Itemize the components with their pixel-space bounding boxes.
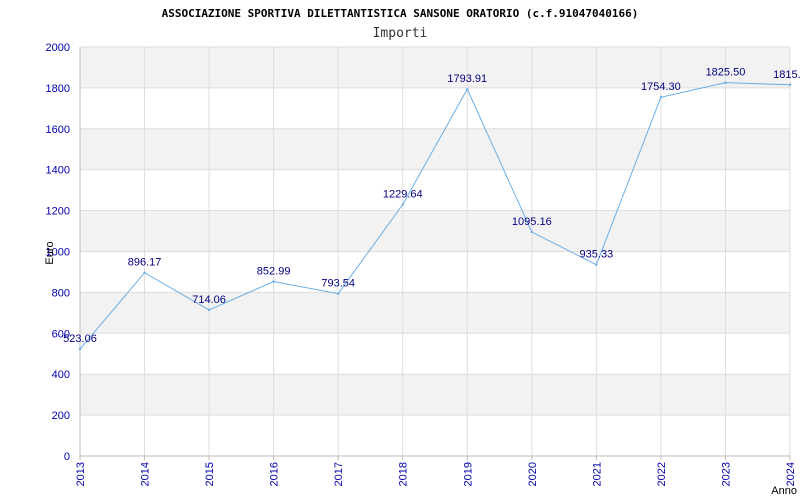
data-label: 935.33 [580,249,614,261]
x-tick-label: 2023 [720,462,732,486]
data-label: 1825.50 [706,67,746,79]
x-tick-label: 2022 [656,462,668,486]
y-tick-label: 200 [52,410,70,422]
x-tick-label: 2018 [398,462,410,486]
plot-band [80,47,790,88]
data-point [724,81,727,84]
data-point [401,203,404,206]
data-point [530,230,534,234]
x-tick-label: 2017 [333,462,345,486]
plot-band [80,251,790,293]
plot-band [80,374,790,416]
y-tick-label: 1800 [46,83,70,95]
x-tick-label: 2020 [527,462,539,486]
line-chart: ASSOCIAZIONE SPORTIVA DILETTANTISTICA SA… [44,7,800,497]
data-point [595,263,598,266]
data-label: 1095.16 [512,216,552,228]
data-point [788,83,792,87]
data-point [207,308,211,312]
data-point [466,87,469,91]
y-tick-label: 2000 [46,42,70,54]
y-tick-label: 1600 [46,124,70,136]
x-axis-ticks: 2013 2014 2015 2016 2017 2018 2019 2020 2021 2022… [75,456,797,486]
x-tick-label: 2024 [785,462,797,486]
x-axis-label: Anno [771,485,797,497]
x-tick-label: 2015 [204,462,216,486]
x-tick-label: 2016 [269,462,281,486]
x-tick-label: 2013 [75,462,87,486]
y-tick-label: 1200 [46,206,70,218]
data-label: 1754.30 [641,81,681,93]
data-point [336,292,340,295]
chart-title: ASSOCIAZIONE SPORTIVA DILETTANTISTICA SA… [162,7,639,20]
data-label: 714.06 [192,294,226,306]
y-tick-label: 1400 [46,165,70,177]
chart-subtitle: Importi [373,26,428,41]
data-label: 1815.1 [773,69,800,81]
y-axis-label: Euro [44,241,56,264]
data-label: 1793.91 [447,73,487,85]
x-tick-label: 2014 [140,462,152,486]
plot-band [80,333,790,375]
plot-band [80,169,790,211]
plot-band [80,415,790,456]
plot-band [80,210,790,252]
data-label: 793.54 [321,278,355,290]
y-tick-label: 800 [52,287,70,299]
data-label: 852.99 [257,266,291,278]
data-label: 896.17 [128,257,162,269]
y-tick-label: 400 [52,369,70,381]
data-label: 523.06 [63,333,97,345]
data-point [143,271,146,274]
x-tick-label: 2019 [462,462,474,486]
data-label: 1229.64 [383,189,423,201]
plot-band [80,87,790,129]
data-point [78,347,82,351]
plot-band [80,292,790,334]
x-tick-label: 2021 [591,462,603,486]
data-point [659,96,663,99]
plot-band [80,128,790,170]
data-point [272,280,275,283]
y-tick-label: 0 [64,451,70,463]
